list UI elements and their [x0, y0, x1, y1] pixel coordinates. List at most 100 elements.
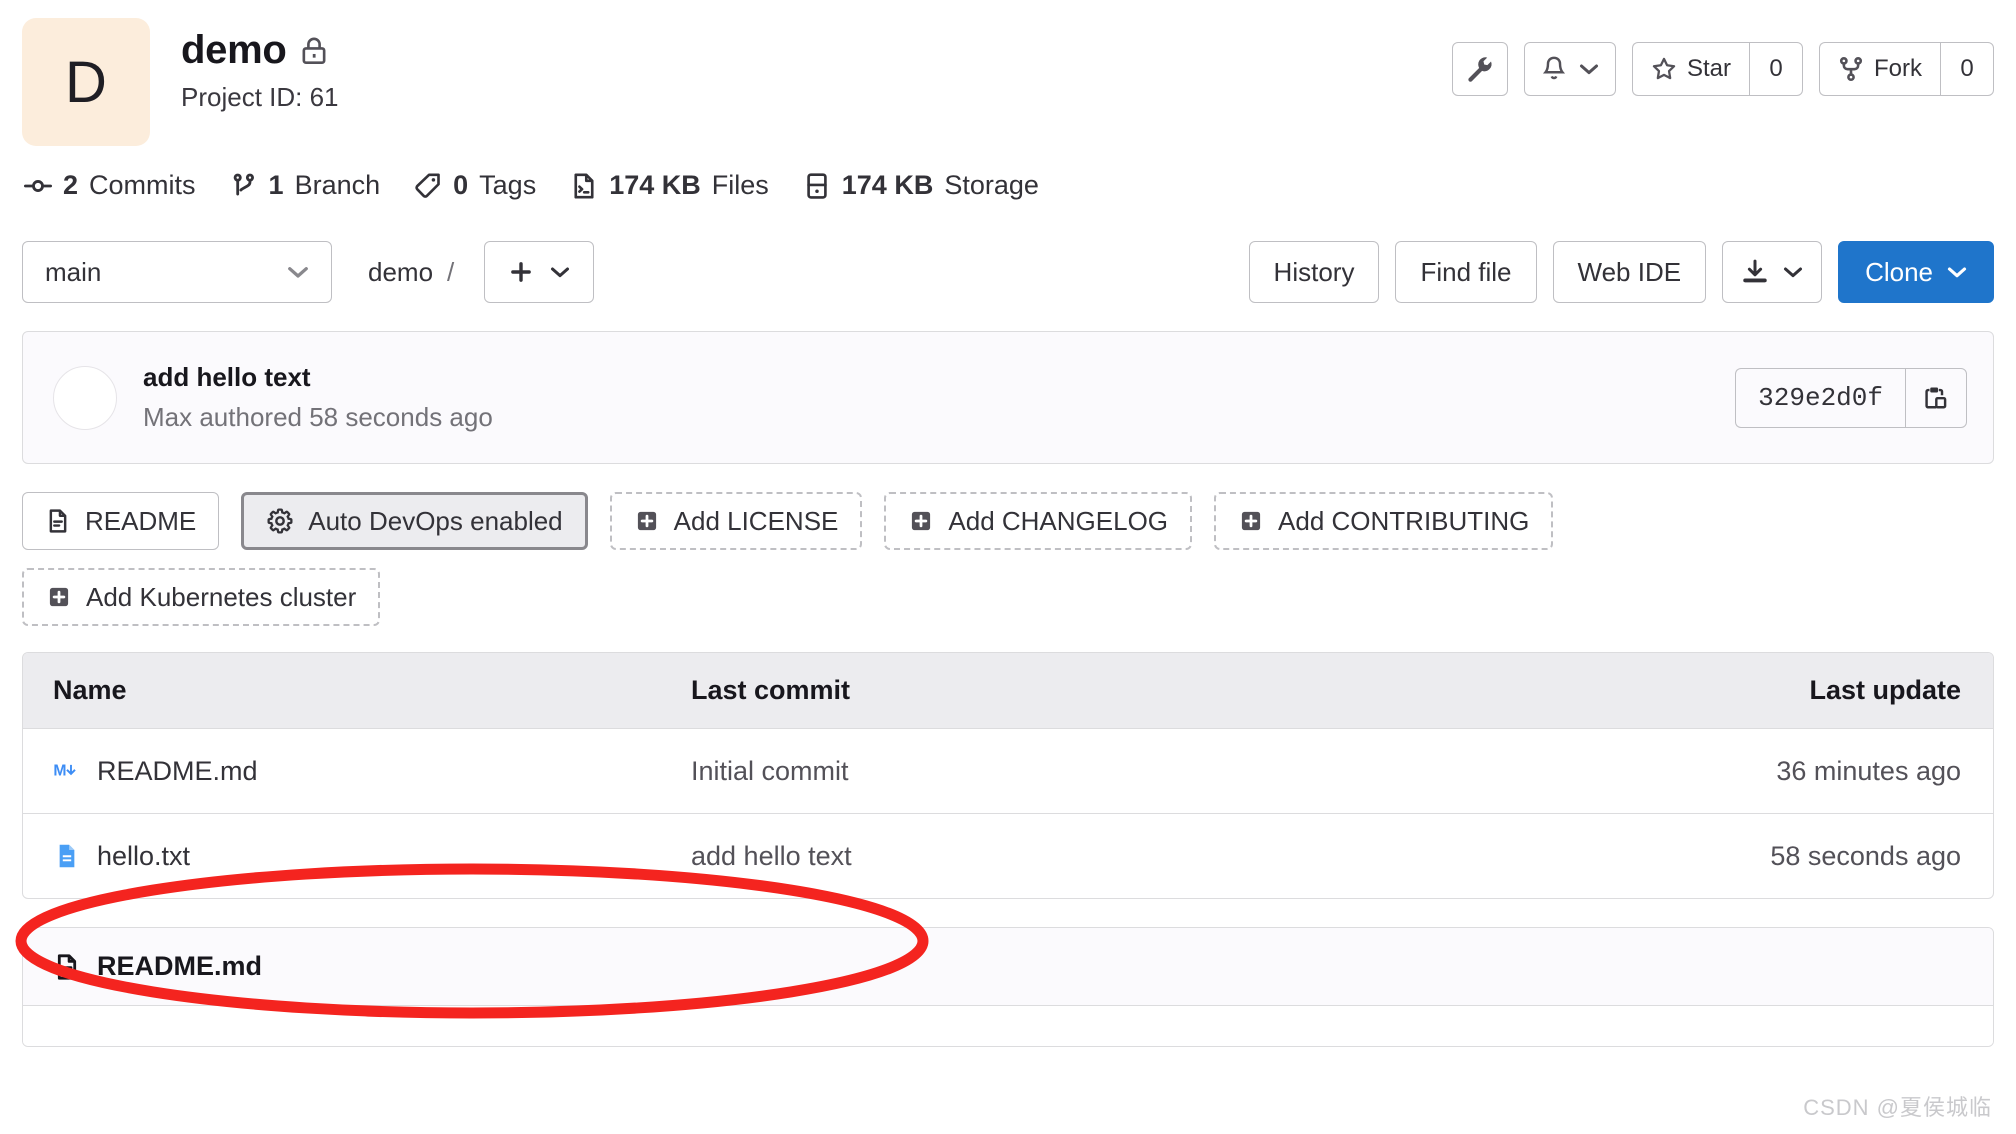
add-contributing-button[interactable]: Add CONTRIBUTING	[1214, 492, 1554, 550]
copy-sha-button[interactable]	[1905, 367, 1967, 428]
clone-label: Clone	[1865, 256, 1933, 287]
gitlab-project-page: D demo Project ID: 61 Star 0 Fork 0 2 Co…	[0, 0, 2016, 1134]
star-count[interactable]: 0	[1749, 42, 1803, 96]
stat-tags-unit: Tags	[479, 170, 537, 200]
download-button[interactable]	[1722, 241, 1823, 303]
stat-commits[interactable]: 2 Commits	[24, 170, 196, 201]
plus-square-icon	[46, 584, 72, 610]
plus-square-icon	[908, 508, 934, 534]
readme-card: README.md	[22, 927, 1994, 1047]
stat-storage-value: 174 KB	[841, 170, 934, 200]
file-name-label: README.md	[97, 755, 258, 786]
fork-label: Fork	[1874, 55, 1922, 82]
add-contributing-button-label: Add CONTRIBUTING	[1278, 505, 1530, 536]
fork-count[interactable]: 0	[1940, 42, 1994, 96]
breadcrumb-separator: /	[447, 256, 455, 287]
breadcrumb-project[interactable]: demo	[368, 257, 433, 288]
markdown-file-icon: M	[53, 757, 81, 785]
star-button[interactable]: Star	[1631, 42, 1749, 96]
star-icon	[1651, 56, 1677, 82]
file-doc-icon	[53, 952, 81, 982]
gear-icon	[266, 507, 294, 535]
stat-branches-value: 1	[268, 170, 284, 200]
column-header-name: Name	[53, 675, 127, 705]
file-name-cell[interactable]: M README.md	[23, 756, 691, 787]
chevron-down-icon	[1783, 265, 1803, 279]
clone-button[interactable]: Clone	[1838, 241, 1994, 303]
add-license-button[interactable]: Add LICENSE	[609, 492, 863, 550]
readme-card-title: README.md	[97, 951, 263, 981]
file-doc-icon	[45, 507, 71, 535]
stat-files-value: 174 KB	[609, 170, 701, 200]
page-title: demo	[181, 28, 287, 72]
history-button[interactable]: History	[1248, 241, 1380, 303]
notifications-button[interactable]	[1523, 42, 1616, 96]
csdn-watermark: CSDN @夏侯城临	[1803, 1095, 1992, 1120]
stat-files[interactable]: 174 KB Files	[570, 170, 769, 201]
stat-branches[interactable]: 1 Branch	[230, 170, 381, 201]
column-header-last-update: Last update	[1809, 675, 1961, 705]
storage-icon	[803, 172, 831, 200]
copy-icon	[1923, 385, 1949, 411]
branch-selector[interactable]: main	[22, 241, 332, 303]
add-license-button-label: Add LICENSE	[673, 505, 839, 536]
file-last-commit[interactable]: add hello text	[691, 841, 1573, 872]
avatar	[53, 365, 117, 430]
star-button-group: Star 0	[1631, 42, 1803, 96]
web-ide-button[interactable]: Web IDE	[1552, 241, 1707, 303]
star-label: Star	[1686, 55, 1731, 82]
stat-tags-value: 0	[453, 170, 469, 200]
quick-actions: README Auto DevOps enabled Add LICENSE A…	[22, 492, 1994, 626]
readme-button[interactable]: README	[22, 492, 220, 550]
find-file-button[interactable]: Find file	[1395, 241, 1537, 303]
auto-devops-button[interactable]: Auto DevOps enabled	[241, 492, 588, 550]
bell-icon	[1541, 55, 1567, 83]
add-kubernetes-cluster-button[interactable]: Add Kubernetes cluster	[22, 568, 381, 626]
commit-sha[interactable]: 329e2d0f	[1735, 367, 1905, 428]
chevron-down-icon	[1579, 62, 1599, 76]
stat-commits-unit: Commits	[89, 170, 196, 200]
last-commit-message[interactable]: add hello text	[143, 362, 1735, 393]
last-commit-panel: add hello text Max authored 58 seconds a…	[22, 331, 1994, 464]
branch-icon	[230, 172, 258, 200]
stat-commits-value: 2	[63, 170, 79, 200]
fork-icon	[1838, 56, 1864, 82]
chevron-down-icon	[287, 264, 309, 280]
table-row[interactable]: M README.md Initial commit 36 minutes ag…	[23, 728, 1993, 813]
project-header-actions: Star 0 Fork 0	[1451, 18, 1994, 96]
add-changelog-button[interactable]: Add CHANGELOG	[884, 492, 1193, 550]
readme-button-label: README	[85, 505, 197, 536]
fork-button[interactable]: Fork	[1819, 42, 1940, 96]
wrench-icon	[1466, 55, 1494, 83]
readme-card-header: README.md	[23, 928, 1993, 1006]
commit-icon	[24, 172, 52, 200]
project-header: D demo Project ID: 61 Star 0 Fork 0	[22, 0, 1994, 146]
branch-selector-value: main	[45, 256, 102, 287]
stat-files-unit: Files	[711, 170, 769, 200]
quick-actions-row-1: README Auto DevOps enabled Add LICENSE A…	[22, 492, 1994, 550]
text-file-icon	[53, 842, 81, 870]
add-changelog-button-label: Add CHANGELOG	[948, 505, 1169, 536]
file-last-commit[interactable]: Initial commit	[691, 756, 1573, 787]
repository-toolbar: main demo / History Find file Web IDE Cl…	[22, 241, 1994, 303]
tag-icon	[414, 172, 442, 200]
project-id-label: Project ID: 61	[181, 82, 339, 112]
file-tree: Name Last commit Last update M README.md…	[22, 652, 1994, 899]
file-last-update: 36 minutes ago	[1776, 755, 1961, 786]
add-to-tree-button[interactable]	[484, 241, 595, 303]
stat-branches-unit: Branch	[294, 170, 381, 200]
project-meta: demo Project ID: 61	[181, 18, 1452, 113]
table-row[interactable]: hello.txt add hello text 58 seconds ago	[23, 813, 1993, 898]
stat-storage: 174 KB Storage	[803, 170, 1039, 201]
stat-tags[interactable]: 0 Tags	[414, 170, 536, 201]
fork-button-group: Fork 0	[1819, 42, 1994, 96]
plus-icon	[508, 259, 534, 285]
project-avatar: D	[22, 18, 150, 146]
settings-wrench-button[interactable]	[1451, 42, 1508, 96]
plus-square-icon	[634, 508, 660, 534]
file-tree-header: Name Last commit Last update	[23, 653, 1993, 728]
stat-storage-unit: Storage	[944, 170, 1039, 200]
svg-text:M: M	[53, 763, 66, 780]
auto-devops-button-label: Auto DevOps enabled	[308, 505, 563, 536]
file-name-cell[interactable]: hello.txt	[23, 841, 691, 872]
